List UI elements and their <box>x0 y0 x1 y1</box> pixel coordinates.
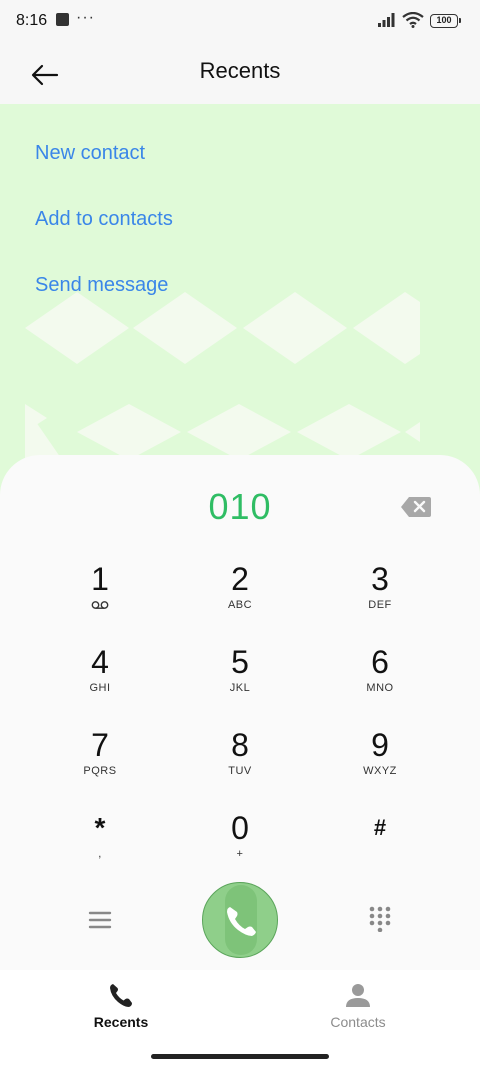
new-contact-link[interactable]: New contact <box>35 142 145 165</box>
call-button[interactable] <box>202 882 278 958</box>
key-digit: 6 <box>371 644 389 680</box>
menu-icon[interactable] <box>86 906 114 934</box>
page-title: Recents <box>199 58 281 83</box>
battery-indicator: 100 <box>430 14 461 28</box>
app-bar: Recents <box>0 44 480 104</box>
phone-icon <box>227 907 256 936</box>
key-9[interactable]: 9 WXYZ <box>320 726 440 800</box>
tab-label: Recents <box>93 1014 149 1030</box>
key-2[interactable]: 2 ABC <box>180 560 300 634</box>
key-letters: PQRS <box>83 765 117 777</box>
bottom-navigation: Recents Contacts <box>0 970 480 1067</box>
wifi-icon <box>402 12 424 28</box>
key-letters: JKL <box>229 682 251 694</box>
key-digit: 1 <box>91 561 109 597</box>
key-1[interactable]: 1 <box>40 560 160 634</box>
key-4[interactable]: 4 GHI <box>40 643 160 717</box>
home-indicator[interactable] <box>151 1054 329 1059</box>
signal-icon <box>378 13 395 27</box>
key-digit: 5 <box>231 644 249 680</box>
key-3[interactable]: 3 DEF <box>320 560 440 634</box>
person-icon <box>298 980 418 1010</box>
phone-icon <box>61 980 181 1010</box>
key-digit: 4 <box>91 644 109 680</box>
key-digit: * <box>94 812 106 843</box>
key-letters: TUV <box>228 765 252 777</box>
key-letters: MNO <box>366 682 394 694</box>
key-7[interactable]: 7 PQRS <box>40 726 160 800</box>
key-0[interactable]: 0 + <box>180 809 300 883</box>
key-digit: 7 <box>91 727 109 763</box>
tab-contacts[interactable]: Contacts <box>298 980 418 1030</box>
key-hash[interactable]: # <box>320 809 440 883</box>
key-5[interactable]: 5 JKL <box>180 643 300 717</box>
key-digit: 8 <box>231 727 249 763</box>
key-8[interactable]: 8 TUV <box>180 726 300 800</box>
key-letters: + <box>236 848 244 860</box>
key-6[interactable]: 6 MNO <box>320 643 440 717</box>
status-bar: 8:16 ··· 100 <box>0 0 480 44</box>
key-letters: WXYZ <box>363 765 397 777</box>
notification-icon <box>56 13 69 26</box>
dialpad-icon[interactable] <box>366 904 394 932</box>
key-digit: 9 <box>371 727 389 763</box>
tab-label: Contacts <box>330 1014 386 1030</box>
key-digit: 3 <box>371 561 389 597</box>
tab-recents[interactable]: Recents <box>61 980 181 1030</box>
key-letters: ABC <box>227 599 253 611</box>
status-time: 8:16 <box>16 12 48 29</box>
voicemail-icon <box>40 600 160 610</box>
backspace-icon[interactable] <box>400 496 432 518</box>
key-letters: , <box>98 848 102 860</box>
key-digit: # <box>373 815 387 840</box>
key-star[interactable]: * , <box>40 809 160 883</box>
key-digit: 0 <box>231 810 249 846</box>
key-letters: GHI <box>89 682 111 694</box>
send-message-link[interactable]: Send message <box>35 274 168 297</box>
add-to-contacts-link[interactable]: Add to contacts <box>35 208 173 231</box>
more-notifications-icon: ··· <box>76 9 95 26</box>
key-digit: 2 <box>231 561 249 597</box>
key-letters: DEF <box>368 599 392 611</box>
